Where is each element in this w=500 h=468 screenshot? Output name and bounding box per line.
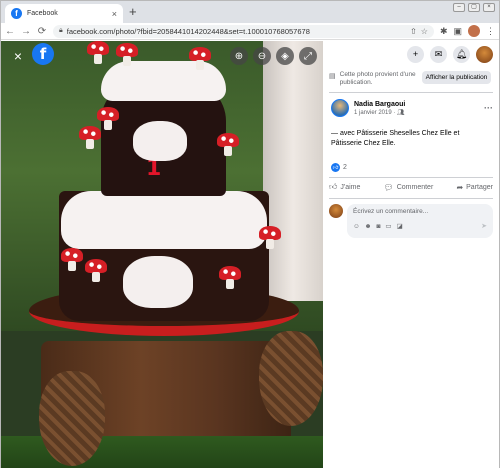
comment-placeholder[interactable]: Écrivez un commentaire... [353, 208, 487, 215]
cake-bottom-icing [61, 191, 267, 249]
browser-window: f Facebook × + – ▢ × ← → ⟳ 🔒︎ facebook.c… [0, 0, 500, 468]
divider [329, 198, 493, 199]
sticker-icon[interactable]: ◪ [397, 222, 403, 230]
pinecone-left [39, 371, 105, 466]
source-notice: ▤ Cette photo provient d'une publication… [329, 71, 495, 87]
close-window-button[interactable]: × [483, 3, 495, 12]
facebook-logo-icon[interactable]: f [32, 43, 54, 65]
bookmark-star-icon[interactable]: ☆ [421, 27, 428, 36]
profile-avatar[interactable] [468, 25, 480, 37]
tab-close-icon[interactable]: × [112, 9, 117, 19]
mushroom-decoration [85, 259, 107, 282]
send-icon[interactable]: ➤ [481, 222, 487, 230]
camera-icon[interactable]: ◙ [376, 223, 380, 230]
post-text: — avec Pâtisserie Sheselles Chez Elle et… [331, 130, 460, 147]
info-icon: ▤ [329, 73, 336, 80]
mushroom-decoration [97, 107, 119, 130]
window-controls: – ▢ × [453, 3, 495, 12]
address-bar[interactable]: 🔒︎ facebook.com/photo/?fbid=205844101420… [53, 24, 434, 38]
account-avatar[interactable] [476, 45, 493, 63]
mushroom-decoration [87, 41, 109, 64]
minimize-button[interactable]: – [453, 3, 465, 12]
messenger-icon[interactable]: ✉ [430, 45, 447, 63]
fullscreen-icon[interactable]: ⤢ [299, 47, 317, 65]
post-actions: 👍︎ J'aime 💬︎ Commenter ➦ Partager [329, 182, 493, 192]
reaction-count[interactable]: 2 [343, 164, 347, 171]
browser-menu-icon[interactable]: ⋮ [486, 26, 495, 37]
divider [329, 92, 493, 93]
post-date[interactable]: 1 janvier 2019 · 👥︎ [354, 109, 479, 116]
cake-legs-bottom [123, 256, 193, 308]
share-button[interactable]: ➦ Partager [456, 182, 493, 192]
tab-strip: f Facebook × + – ▢ × [1, 1, 499, 23]
divider [329, 177, 493, 178]
post-author: Nadia Bargaoui 1 janvier 2019 · 👥︎ ··· [331, 99, 493, 117]
reload-icon[interactable]: ⟳ [37, 26, 47, 37]
mushroom-decoration [189, 47, 211, 70]
share-arrow-icon: ➦ [456, 182, 464, 192]
like-label: J'aime [340, 183, 361, 191]
cake-legs-top [133, 121, 187, 161]
forward-icon[interactable]: → [21, 26, 31, 37]
mushroom-decoration [61, 248, 83, 271]
post-panel: + ✉ 🔔︎ ▤ Cette photo provient d'une publ… [323, 41, 499, 468]
zoom-in-icon[interactable]: ⊕ [230, 47, 248, 65]
mushroom-decoration [116, 43, 138, 66]
url-text[interactable]: facebook.com/photo/?fbid=205844101420244… [67, 27, 406, 36]
comment-label: Commenter [396, 183, 434, 191]
thumbs-up-icon: 👍︎ [329, 182, 338, 191]
notifications-bell-icon[interactable]: 🔔︎ [453, 45, 470, 63]
extensions-icon[interactable]: ✱ [440, 26, 448, 37]
view-post-button[interactable]: Afficher la publication [421, 71, 492, 84]
comment-composer: Écrivez un commentaire... ☺ ☻ ◙ ▭ ◪ ➤ [329, 204, 493, 238]
new-tab-button[interactable]: + [129, 4, 137, 19]
pinecone-right [259, 331, 323, 426]
share-label: Partager [466, 183, 493, 191]
gif-icon[interactable]: ▭ [385, 222, 391, 230]
facebook-favicon-icon: f [11, 8, 22, 19]
like-button[interactable]: 👍︎ J'aime [329, 182, 360, 192]
comment-input[interactable]: Écrivez un commentaire... ☺ ☻ ◙ ▭ ◪ ➤ [347, 204, 493, 238]
emoji-icon[interactable]: ☻ [365, 223, 372, 230]
comment-bubble-icon: 💬︎ [383, 182, 394, 192]
mushroom-decoration [219, 266, 241, 289]
photo-curtain [263, 41, 323, 301]
audience-friends-icon: 👥︎ [397, 109, 405, 116]
more-options-icon[interactable]: ··· [484, 103, 493, 113]
comment-tools: ☺ ☻ ◙ ▭ ◪ ➤ [353, 222, 487, 231]
panel-header: + ✉ 🔔︎ [323, 41, 499, 67]
notice-text: Cette photo provient d'une publication. [339, 71, 416, 86]
commenter-avatar[interactable] [329, 204, 343, 218]
author-avatar[interactable] [331, 99, 349, 117]
photo-viewer[interactable]: 1 × f ⊕ ⊖ ◈ ⤢ [1, 41, 323, 468]
side-panel-icon[interactable]: ▣ [453, 26, 462, 37]
comment-button[interactable]: 💬︎ Commenter [384, 182, 434, 192]
tab-facebook[interactable]: f Facebook × [5, 4, 123, 23]
close-photo-icon[interactable]: × [9, 47, 27, 65]
lock-icon[interactable]: 🔒︎ [59, 27, 63, 35]
post-date-text[interactable]: 1 janvier 2019 · [354, 110, 397, 116]
reactions-summary[interactable]: 👍︎ 2 [331, 163, 347, 172]
back-icon[interactable]: ← [5, 26, 15, 37]
zoom-out-icon[interactable]: ⊖ [253, 47, 271, 65]
author-meta: Nadia Bargaoui 1 janvier 2019 · 👥︎ [354, 101, 479, 116]
mushroom-decoration [217, 133, 239, 156]
like-reaction-icon: 👍︎ [331, 163, 340, 172]
mushroom-decoration [259, 226, 281, 249]
browser-toolbar: ← → ⟳ 🔒︎ facebook.com/photo/?fbid=205844… [1, 23, 499, 40]
author-name[interactable]: Nadia Bargaoui [354, 101, 479, 108]
avatar-sticker-icon[interactable]: ☺ [353, 223, 360, 230]
tag-icon[interactable]: ◈ [276, 47, 294, 65]
tab-title: Facebook [27, 10, 58, 17]
create-plus-icon[interactable]: + [407, 45, 424, 63]
maximize-button[interactable]: ▢ [468, 3, 480, 12]
share-icon[interactable]: ⇧ [410, 27, 417, 36]
